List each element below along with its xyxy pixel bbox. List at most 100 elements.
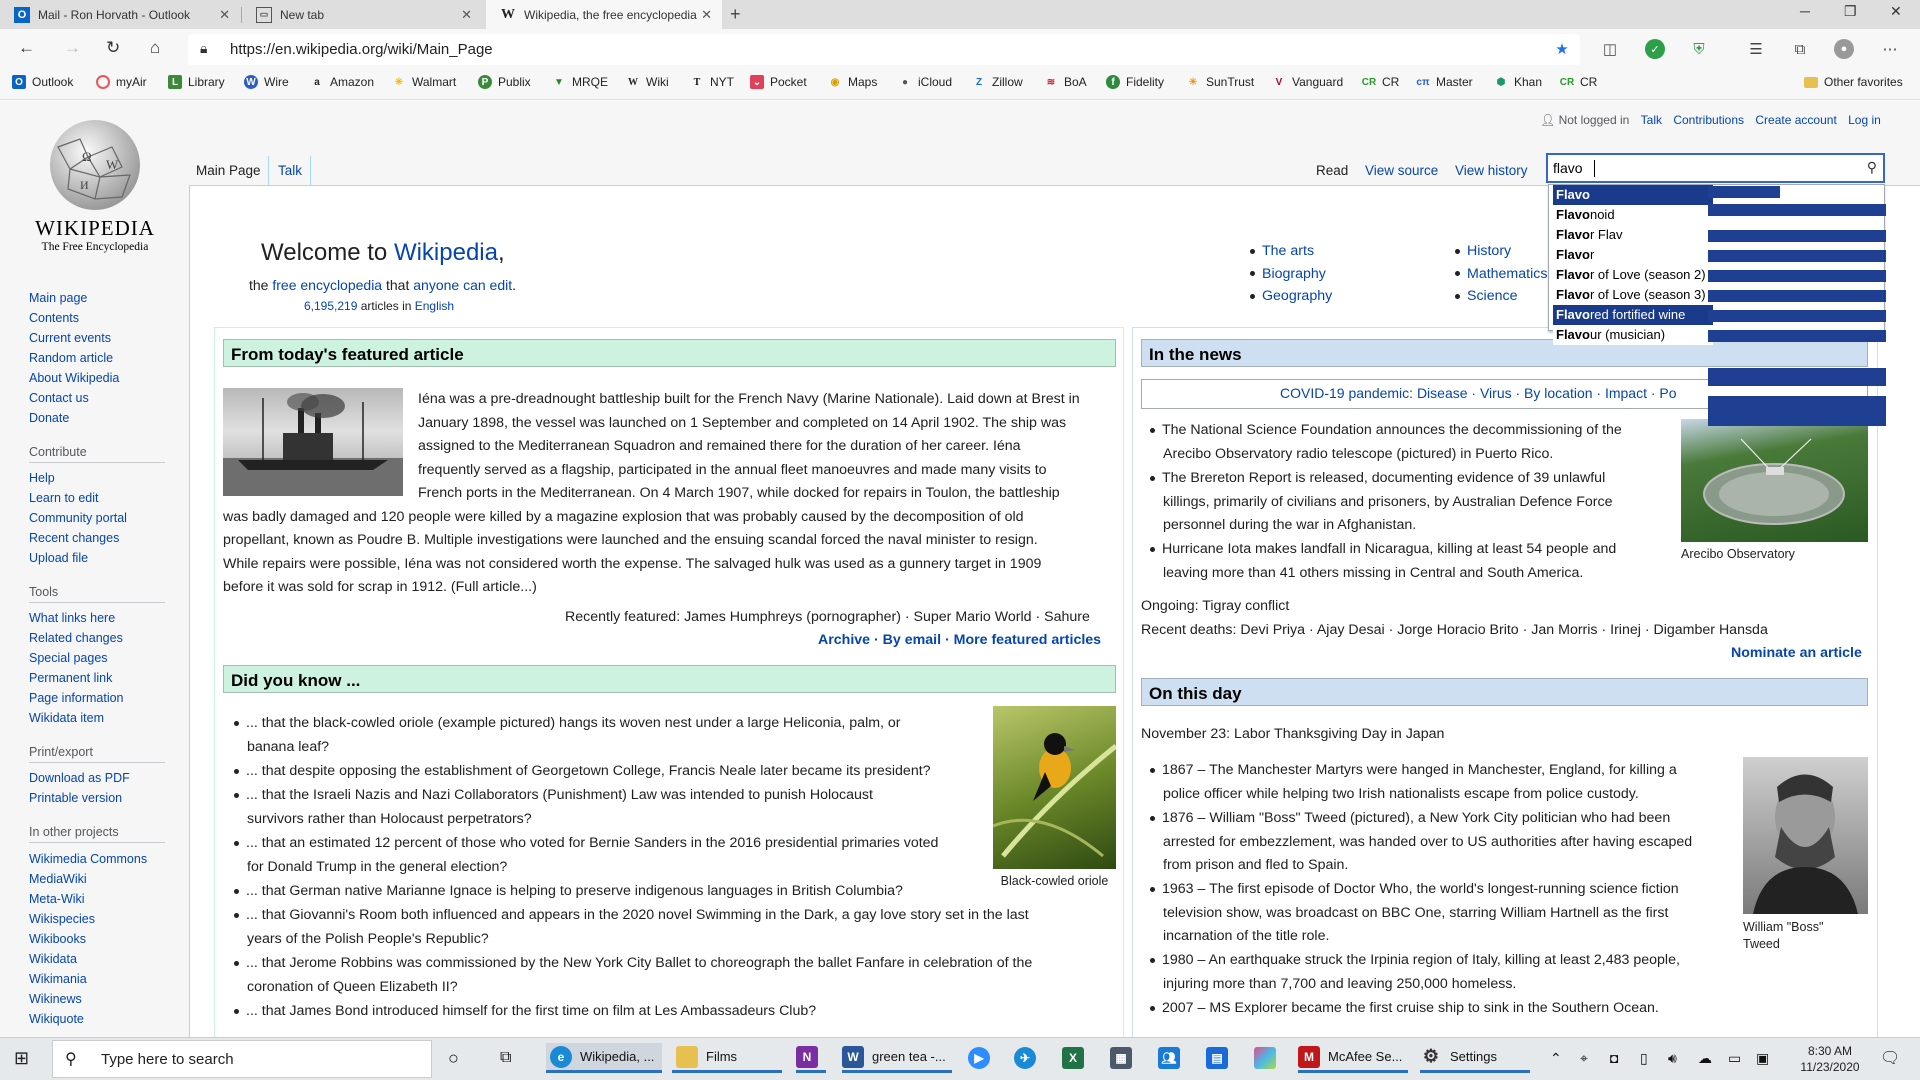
wiki-search-input[interactable]: flavo ⚲ (1546, 153, 1885, 183)
battery-icon[interactable]: ▭ (1728, 1043, 1741, 1073)
portal-science[interactable]: Science (1467, 288, 1517, 304)
sidebar-what-links-here[interactable]: What links here (29, 611, 115, 625)
taskbar-people[interactable]: 👥︎ (1158, 1043, 1188, 1073)
count-link[interactable]: 6,195,219 (304, 299, 357, 313)
sidebar-mediawiki[interactable]: MediaWiki (29, 872, 87, 886)
sidebar-wikinews[interactable]: Wikinews (29, 992, 82, 1006)
suggestion-item[interactable]: Flavored fortified wine (1553, 305, 1713, 325)
volume-icon[interactable]: 🔊︎ (1668, 1043, 1677, 1073)
sidebar-current-events[interactable]: Current events (29, 331, 111, 345)
fav-master[interactable]: cπ Master (1416, 75, 1472, 89)
fav-suntrust[interactable]: ☀ SunTrust (1186, 75, 1255, 89)
wikipedia-link[interactable]: Wikipedia (394, 239, 498, 266)
pocket-icon[interactable]: ◫ (1600, 39, 1620, 59)
sidebar-wikispecies[interactable]: Wikispecies (29, 912, 95, 926)
fav-boa[interactable]: ≋ BoA (1044, 75, 1087, 89)
lock-icon[interactable]: 🔒︎ (200, 40, 207, 57)
chevron-up-icon[interactable]: ⌃ (1550, 1043, 1562, 1073)
sidebar-community-portal[interactable]: Community portal (29, 511, 127, 525)
new-tab-button[interactable]: + (730, 4, 741, 25)
location-icon[interactable]: ⌖ (1580, 1043, 1588, 1073)
fav-zillow[interactable]: Z Zillow (972, 75, 1023, 89)
url-text[interactable]: https://en.wikipedia.org/wiki/Main_Page (230, 41, 493, 58)
cortana-icon[interactable]: ○ (448, 1043, 459, 1073)
home-icon[interactable]: ⌂ (150, 38, 160, 58)
suggestion-item[interactable]: Flavour (musician) (1553, 325, 1713, 345)
close-window-icon[interactable]: ✕ (1890, 3, 1902, 20)
tab-view-history[interactable]: View history (1455, 163, 1528, 178)
create-account-link[interactable]: Create account (1755, 113, 1836, 127)
notification-icon[interactable]: 🗨︎ (1880, 1043, 1900, 1073)
wikipedia-globe-logo[interactable]: Ω W И (40, 117, 150, 213)
taskbar-messenger[interactable]: ✈ (1014, 1043, 1044, 1073)
fav-pocket[interactable]: ⌄ Pocket (750, 75, 807, 89)
fav-outlook[interactable]: O Outlook (12, 75, 73, 89)
close-icon[interactable]: ✕ (219, 7, 230, 23)
more-menu-icon[interactable]: ⋯ (1880, 39, 1900, 59)
fav-fidelity[interactable]: f Fidelity (1106, 75, 1164, 89)
sidebar-wikibooks[interactable]: Wikibooks (29, 932, 86, 946)
sidebar-upload-file[interactable]: Upload file (29, 551, 88, 565)
sidebar-contact[interactable]: Contact us (29, 391, 89, 405)
sidebar-recent-changes[interactable]: Recent changes (29, 531, 119, 545)
fav-wire[interactable]: W Wire (244, 75, 289, 89)
tab-newtab[interactable]: ▭ New tab ✕ (242, 0, 482, 29)
taskbar-zoom[interactable]: ▶ (968, 1043, 998, 1073)
fav-khan[interactable]: ⬢ Khan (1494, 75, 1542, 89)
forward-icon[interactable]: → (64, 38, 81, 58)
network-icon[interactable]: ▣ (1756, 1043, 1769, 1073)
camera-icon[interactable]: ◘ (1610, 1043, 1618, 1073)
fav-maps[interactable]: ◉ Maps (828, 75, 878, 89)
english-link[interactable]: English (415, 299, 454, 313)
nominate-link[interactable]: Nominate an article (1731, 642, 1862, 666)
taskbar-calculator[interactable]: ▦ (1110, 1043, 1140, 1073)
talk-link[interactable]: Talk (1641, 113, 1662, 127)
refresh-icon[interactable]: ↻ (106, 38, 120, 58)
sidebar-wikimania[interactable]: Wikimania (29, 972, 87, 986)
fav-publix[interactable]: P Publix (478, 75, 531, 89)
battleship-image[interactable] (223, 388, 403, 496)
suggestion-item[interactable]: Flavor of Love (season 3) (1553, 285, 1723, 305)
featured-archive-links[interactable]: Archive · By email · More featured artic… (818, 629, 1101, 653)
covid-links[interactable]: COVID-19 pandemic: Disease · Virus · By … (1280, 385, 1677, 401)
close-icon[interactable]: ✕ (701, 7, 712, 23)
back-icon[interactable]: ← (18, 38, 35, 58)
sidebar-wikidata[interactable]: Wikidata (29, 952, 77, 966)
tab-talk[interactable]: Talk (278, 163, 302, 178)
fav-library[interactable]: L Library (168, 75, 225, 89)
sidebar-learn-to-edit[interactable]: Learn to edit (29, 491, 99, 505)
sidebar-commons[interactable]: Wikimedia Commons (29, 852, 147, 866)
favorite-star-icon[interactable]: ★ (1552, 39, 1572, 59)
fav-wiki[interactable]: W Wiki (626, 75, 669, 89)
taskbar-edge[interactable]: e Wikipedia, ... (546, 1043, 662, 1073)
anyone-can-edit-link[interactable]: anyone can edit (413, 277, 512, 293)
fav-mrqe[interactable]: ▼ MRQE (552, 75, 608, 89)
taskbar-settings[interactable]: ⚙ Settings (1420, 1043, 1530, 1073)
tab-main-page[interactable]: Main Page (196, 163, 261, 178)
windows-start-icon[interactable]: ⊞ (14, 1043, 29, 1073)
task-view-icon[interactable]: ⧉ (500, 1043, 511, 1073)
shield-icon[interactable]: ⛨ (1689, 39, 1709, 59)
tab-wikipedia[interactable]: W Wikipedia, the free encyclopedia ✕ (486, 0, 722, 29)
other-favorites[interactable]: Other favorites (1804, 75, 1903, 89)
sidebar-donate[interactable]: Donate (29, 411, 69, 425)
tab-view-source[interactable]: View source (1365, 163, 1438, 178)
usb-icon[interactable]: ▯ (1640, 1043, 1648, 1073)
favorites-list-icon[interactable]: ☰ (1746, 39, 1766, 59)
collections-icon[interactable]: ⧉ (1790, 39, 1810, 59)
fav-amazon[interactable]: a Amazon (310, 75, 374, 89)
arecibo-image[interactable] (1681, 419, 1868, 542)
taskbar-search[interactable]: ⚲ Type here to search (52, 1040, 432, 1078)
tweed-portrait-image[interactable] (1743, 757, 1868, 914)
sidebar-related-changes[interactable]: Related changes (29, 631, 123, 645)
sidebar-help[interactable]: Help (29, 471, 55, 485)
profile-avatar[interactable]: ● (1834, 39, 1854, 59)
portal-biography[interactable]: Biography (1262, 266, 1326, 282)
sidebar-page-information[interactable]: Page information (29, 691, 124, 705)
taskbar-mcafee[interactable]: M McAfee Se... (1298, 1043, 1408, 1073)
taskbar-films[interactable]: Films (672, 1043, 782, 1073)
fav-nyt[interactable]: T NYT (690, 75, 734, 89)
taskbar-app[interactable] (1254, 1043, 1284, 1073)
search-icon[interactable]: ⚲ (1867, 159, 1877, 176)
suggestion-item[interactable]: Flavor (1553, 245, 1713, 265)
